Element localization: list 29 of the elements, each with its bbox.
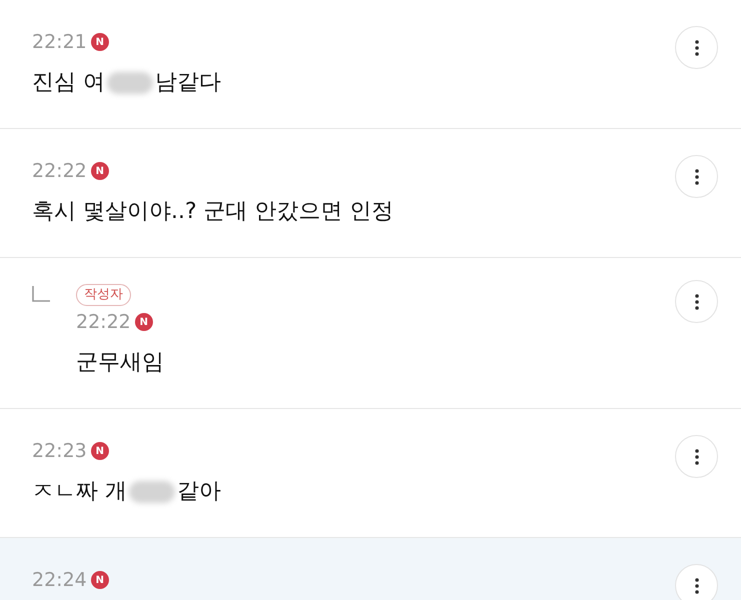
- new-badge: N: [90, 162, 109, 180]
- new-badge: N: [90, 442, 109, 460]
- comment-text: ㅈㄴ짜 개: [32, 478, 127, 506]
- more-icon: [694, 168, 698, 184]
- more-button[interactable]: [675, 564, 718, 600]
- comment-text: 혹시 몇살이야..? 군대 안갔으면 인정: [32, 198, 394, 226]
- comment-time: 22:23: [32, 439, 87, 463]
- new-badge: N: [134, 313, 153, 331]
- new-badge: N: [90, 33, 109, 51]
- comment-time: 22:24: [32, 568, 87, 592]
- more-button[interactable]: [675, 280, 718, 323]
- author-badge: 작성자: [76, 284, 131, 306]
- more-icon: [694, 40, 698, 56]
- more-button[interactable]: [675, 435, 718, 478]
- comment-time: 22:21: [32, 30, 87, 54]
- more-icon: [694, 448, 698, 464]
- comment-text: 남같다: [155, 69, 221, 97]
- comment-text: 같아: [177, 478, 221, 506]
- blur-smudge: [107, 72, 153, 94]
- more-button[interactable]: [675, 155, 718, 198]
- more-icon: [694, 294, 698, 310]
- more-icon: [694, 578, 698, 594]
- new-badge: N: [90, 571, 109, 589]
- blur-smudge: [129, 481, 175, 503]
- more-button[interactable]: [675, 26, 718, 69]
- comment-text: 진심 여: [32, 69, 105, 97]
- comment-time: 22:22: [76, 310, 131, 334]
- comment-text: 군무새임: [76, 349, 164, 377]
- comment-time: 22:22: [32, 159, 87, 183]
